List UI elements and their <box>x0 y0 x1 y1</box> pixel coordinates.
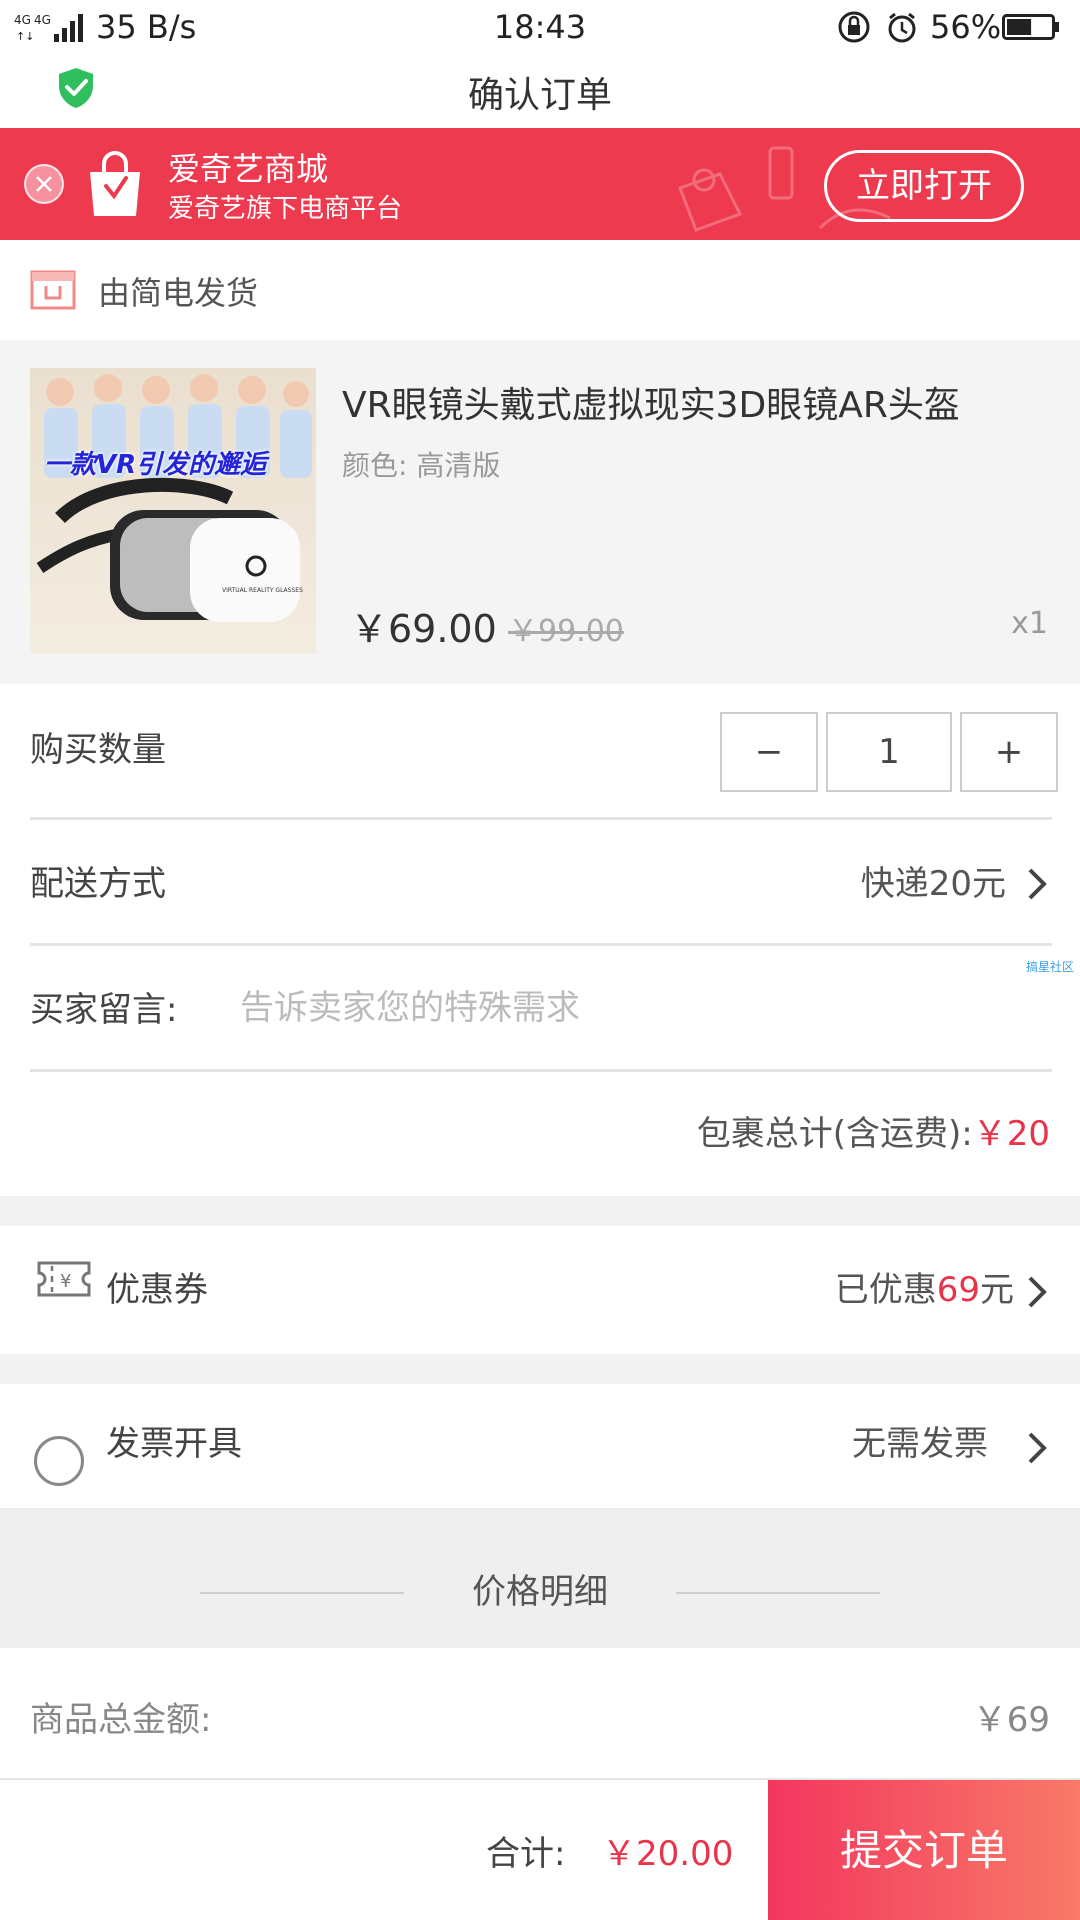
shipper-text: 由简电发货 <box>98 274 259 312</box>
chevron-right-icon <box>1028 868 1047 900</box>
shopping-bag-icon <box>90 151 140 216</box>
store-icon <box>30 270 76 310</box>
svg-text:¥: ¥ <box>60 1271 71 1292</box>
buyer-message-row: 买家留言: 搞星社区 <box>0 946 1080 1072</box>
section-gap <box>0 1354 1080 1384</box>
checkout-bar: 合计: ￥20.00 提交订单 <box>0 1778 1080 1920</box>
close-icon <box>36 176 52 192</box>
close-banner-button[interactable] <box>24 164 64 204</box>
chevron-right-icon <box>1028 1432 1047 1464</box>
coupon-discount-amount: 69 <box>936 1270 980 1310</box>
open-app-button[interactable]: 立即打开 <box>824 150 1024 222</box>
product-variant: 颜色: 高清版 <box>342 449 501 482</box>
shipper-row: 由简电发货 <box>0 240 1080 340</box>
watermark-text: 搞星社区 <box>1025 960 1074 974</box>
buyer-message-input[interactable] <box>240 946 1020 1070</box>
coupon-label: 优惠券 <box>106 1270 208 1310</box>
product-price: ￥69.00 <box>350 607 497 651</box>
package-total-value: ￥20 <box>972 1114 1050 1154</box>
decrease-quantity-button[interactable]: − <box>720 712 818 792</box>
price-detail-header: 价格明细 <box>0 1508 1080 1648</box>
product-card[interactable]: VIRTUAL REALITY GLASSES 一款VR引发的邂逅 VR眼镜头戴… <box>0 340 1080 684</box>
product-name: VR眼镜头戴式虚拟现实3D眼镜AR头盔 <box>342 385 960 426</box>
order-confirm-page: 4G 4G ↑↓ 35 B/s 18:43 56% 确认订单 爱奇艺商城 爱奇艺… <box>0 0 1080 1920</box>
coupon-discount-suffix: 元 <box>980 1270 1014 1310</box>
goods-total-row: 商品总金额: ￥69 <box>0 1648 1080 1778</box>
product-quantity: x1 <box>1011 606 1048 641</box>
coupon-discount: 已优惠69元 <box>835 1262 1014 1311</box>
total-value: ￥20.00 <box>602 1834 734 1874</box>
status-bar: 4G 4G ↑↓ 35 B/s 18:43 56% <box>0 0 1080 54</box>
invoice-radio[interactable] <box>34 1436 84 1486</box>
invoice-value: 无需发票 <box>852 1424 988 1464</box>
quantity-input[interactable]: 1 <box>826 712 952 792</box>
goods-total-label: 商品总金额: <box>30 1700 212 1740</box>
product-image: VIRTUAL REALITY GLASSES 一款VR引发的邂逅 <box>30 368 316 654</box>
buyer-message-label: 买家留言: <box>30 990 178 1030</box>
product-logo-text: VIRTUAL REALITY GLASSES <box>222 587 303 594</box>
invoice-label: 发票开具 <box>106 1424 242 1464</box>
package-total-row: 包裹总计(含运费):￥20 <box>0 1072 1080 1196</box>
vr-headset-graphic: VIRTUAL REALITY GLASSES <box>36 374 312 622</box>
shipping-label: 配送方式 <box>30 864 166 904</box>
total-label: 合计: <box>486 1834 566 1874</box>
chevron-right-icon <box>1028 1276 1047 1308</box>
page-header: 确认订单 <box>0 54 1080 128</box>
coupon-ticket-icon: ¥ <box>37 1261 91 1297</box>
coupon-row[interactable]: ¥ 优惠券 已优惠69元 <box>0 1226 1080 1354</box>
quantity-label: 购买数量 <box>30 730 166 770</box>
divider <box>676 1592 880 1594</box>
lock-alarm-icons <box>838 11 916 43</box>
product-original-price: ￥99.00 <box>508 614 624 649</box>
price-detail-title: 价格明细 <box>472 1572 608 1612</box>
shipping-method-row[interactable]: 配送方式 快递20元 <box>0 820 1080 946</box>
page-title: 确认订单 <box>467 75 612 116</box>
battery-icon <box>1002 14 1059 40</box>
quantity-row: 购买数量 − 1 + <box>0 684 1080 820</box>
battery-percent: 56% <box>930 8 1002 46</box>
app-promo-banner[interactable]: 爱奇艺商城 爱奇艺旗下电商平台 立即打开 <box>0 128 1080 240</box>
product-image-caption: 一款VR引发的邂逅 <box>44 450 267 480</box>
section-gap <box>0 1196 1080 1226</box>
submit-order-button[interactable]: 提交订单 <box>768 1780 1080 1920</box>
coupon-discount-prefix: 已优惠 <box>834 1270 937 1310</box>
package-total-label: 包裹总计(含运费): <box>696 1114 973 1154</box>
package-total: 包裹总计(含运费):￥20 <box>697 1106 1050 1155</box>
increase-quantity-button[interactable]: + <box>960 712 1058 792</box>
shipping-value: 快递20元 <box>860 864 1006 904</box>
invoice-row[interactable]: 发票开具 无需发票 <box>0 1384 1080 1508</box>
goods-total-value: ￥69 <box>972 1700 1050 1740</box>
banner-subtitle: 爱奇艺旗下电商平台 <box>168 194 403 224</box>
banner-title: 爱奇艺商城 <box>168 150 329 188</box>
